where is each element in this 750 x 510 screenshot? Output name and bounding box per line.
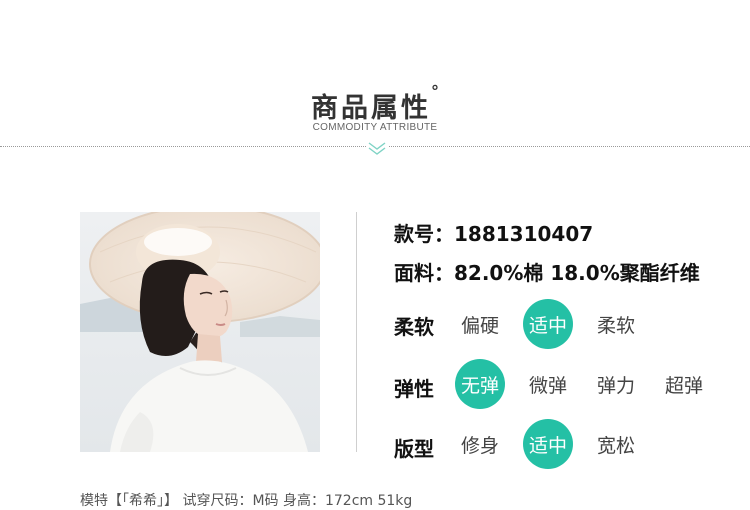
fit-option-loose: 宽松 [596,434,635,457]
elasticity-row: 弹性 无弹 微弹 弹力 超弹 [394,359,734,409]
elasticity-option-stretch: 弹力 [596,374,635,397]
style-number: 款号：1881310407 [394,218,593,247]
elasticity-option-none: 无弹 [455,359,505,409]
fit-label: 版型 [394,437,434,461]
softness-option-hard: 偏硬 [460,314,499,337]
fit-row: 版型 修身 适中 宽松 [394,419,734,469]
fabric-label: 面料： [394,261,454,285]
double-chevron-down-icon [366,140,388,156]
fit-option-slim: 修身 [460,434,499,457]
section-header: 商品属性° COMMODITY ATTRIBUTE [0,0,750,160]
model-info: 模特【「希希」】 试穿尺码：M码 身高：172cm 51kg [80,493,413,509]
elasticity-option-slight: 微弹 [528,374,567,397]
fabric-value: 82.0%棉 18.0%聚酯纤维 [454,261,700,285]
style-number-value: 1881310407 [454,222,594,246]
fabric-info: 面料：82.0%棉 18.0%聚酯纤维 [394,257,700,286]
fit-option-regular: 适中 [523,419,573,469]
softness-option-soft: 柔软 [596,314,635,337]
softness-label: 柔软 [394,315,434,339]
elasticity-label: 弹性 [394,377,434,401]
elasticity-option-super: 超弹 [664,374,703,397]
style-number-label: 款号： [394,222,454,246]
section-title-text: 商品属性 [311,93,431,124]
section-subtitle: COMMODITY ATTRIBUTE [312,122,438,133]
section-title: 商品属性° [0,82,750,125]
softness-row: 柔软 偏硬 适中 柔软 [394,299,734,349]
softness-option-medium: 适中 [523,299,573,349]
model-photo [80,212,320,452]
vertical-divider [356,212,357,452]
section-title-mark: ° [431,82,439,101]
